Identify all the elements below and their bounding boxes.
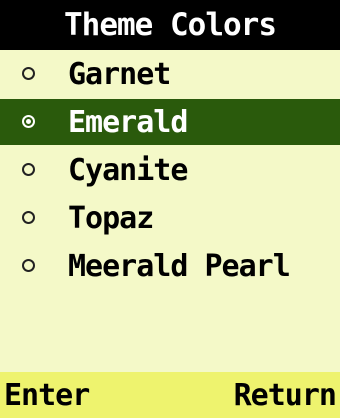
softkey-bar: Enter Return bbox=[0, 372, 340, 418]
theme-option-cyanite[interactable]: Cyanite bbox=[0, 147, 340, 193]
theme-option-label: Garnet bbox=[68, 56, 171, 92]
theme-option-topaz[interactable]: Topaz bbox=[0, 195, 340, 241]
enter-softkey[interactable]: Enter bbox=[4, 378, 90, 413]
theme-option-label: Topaz bbox=[68, 200, 154, 236]
radio-empty-icon bbox=[22, 211, 35, 224]
theme-option-label: Emerald bbox=[68, 104, 188, 140]
theme-option-label: Cyanite bbox=[68, 152, 188, 188]
theme-option-garnet[interactable]: Garnet bbox=[0, 51, 340, 97]
radio-empty-icon bbox=[22, 259, 35, 272]
radio-checked-icon bbox=[22, 115, 35, 128]
theme-option-meerald-pearl[interactable]: Meerald Pearl bbox=[0, 243, 340, 289]
theme-color-list: Garnet Emerald Cyanite Topaz Meerald Pea… bbox=[0, 51, 340, 291]
return-softkey[interactable]: Return bbox=[234, 378, 337, 413]
theme-option-emerald[interactable]: Emerald bbox=[0, 99, 340, 145]
theme-option-label: Meerald Pearl bbox=[68, 248, 291, 284]
title-bar: Theme Colors bbox=[0, 0, 340, 50]
radio-empty-icon bbox=[22, 163, 35, 176]
radio-empty-icon bbox=[22, 67, 35, 80]
page-title: Theme Colors bbox=[64, 7, 277, 43]
